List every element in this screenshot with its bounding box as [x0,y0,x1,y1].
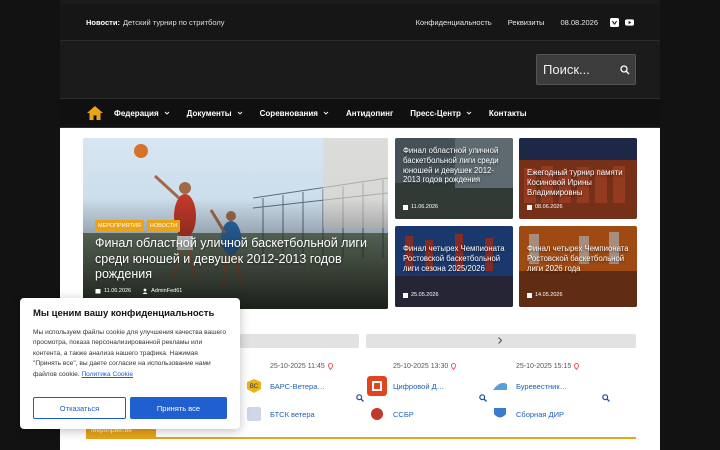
news-ticker[interactable]: Детский турнир по стритболу [123,18,225,27]
card-title[interactable]: Финал четырех Чемпионата Ростовской баск… [403,244,511,273]
chevron-down-icon [466,111,472,115]
location-pin-icon [574,363,580,370]
carousel-bar [240,334,359,348]
search-box[interactable] [536,54,636,85]
match-time: 25-10-2025 11:45 [270,363,333,370]
svg-text:BC: BC [250,384,259,390]
team-1[interactable]: BC БАРС-Ветера… [244,376,325,396]
team-logo [490,376,510,396]
news-card[interactable]: Финал четырех Чемпионата Ростовской баск… [519,226,637,307]
chevron-down-icon [164,111,169,115]
nav-item-antidoping[interactable]: Антидопинг [346,109,393,118]
team-1[interactable]: Цифровой Д… [367,376,444,396]
chevron-down-icon [237,111,242,115]
match-card[interactable]: 25-10-2025 15:15 Буревестник… Сборная ДИ… [490,360,610,424]
search-icon[interactable] [479,394,487,402]
card-date: 14.05.2026 [527,292,563,298]
search-icon[interactable] [602,394,610,402]
team-logo [244,404,264,424]
match-card[interactable]: 25-10-2025 13:30 Цифровой Д… ССБР [367,360,487,424]
cookie-consent-dialog: Мы ценим вашу конфиденциальность Мы испо… [20,298,240,429]
section-divider [86,437,636,439]
hero-post[interactable]: МЕРОПРИЯТИЯ НОВОСТИ Финал областной улич… [83,138,388,309]
nav-item-documents[interactable]: Документы [187,109,243,118]
location-pin-icon [327,363,333,370]
cookie-title: Мы ценим вашу конфиденциальность [33,308,215,319]
match-time: 25-10-2025 15:15 [516,363,580,370]
chevron-right-icon[interactable] [496,336,504,345]
header [60,42,660,98]
team-2[interactable]: Сборная ДИР [490,404,564,424]
team-logo [490,404,510,424]
card-date: 08.06.2026 [527,204,563,210]
location-pin-icon [451,363,457,370]
news-card[interactable]: Финал областной уличной баскетбольной ли… [395,138,513,219]
hero-date: 11.06.2026 [104,288,132,294]
category-tag[interactable]: МЕРОПРИЯТИЯ [95,220,144,232]
calendar-icon [95,289,101,294]
category-tag[interactable]: НОВОСТИ [146,220,181,232]
privacy-link[interactable]: Конфиденциальность [416,18,492,27]
search-input[interactable] [543,62,615,77]
accept-all-cookies-button[interactable]: Принять все [130,397,227,419]
nav-item-press-center[interactable]: Пресс-Центр [410,109,472,118]
calendar-icon [403,292,408,298]
team-logo: BC [244,376,264,396]
calendar-icon [527,292,532,298]
card-title[interactable]: Ежегодный турнир памяти Косиновой Ирины … [527,168,635,197]
hero-author[interactable]: AdminFed61 [142,288,182,294]
team-2[interactable]: БТСК ветера [244,404,315,424]
carousel-bar[interactable] [366,334,636,348]
news-card[interactable]: Ежегодный турнир памяти Косиновой Ирины … [519,138,637,219]
user-icon [142,288,148,294]
match-card[interactable]: 25-10-2025 11:45 BC БАРС-Ветера… БТСК ве… [244,360,364,424]
cookie-policy-link[interactable]: Политика Cookie [81,371,133,378]
home-icon[interactable] [86,105,104,121]
card-date: 25.05.2026 [403,292,439,298]
search-icon[interactable] [356,394,364,402]
main-nav: Федерация Документы Соревнования Антидоп… [60,98,660,128]
nav-item-contacts[interactable]: Контакты [489,109,527,118]
card-date: 11.06.2026 [403,204,438,210]
news-card[interactable]: Финал четырех Чемпионата Ростовской баск… [395,226,513,307]
chevron-down-icon [323,111,329,115]
search-icon[interactable] [620,65,630,75]
calendar-icon [403,204,408,210]
team-logo [367,376,387,396]
cookie-buttons: Отказаться Принять все [33,397,227,419]
nav-item-federation[interactable]: Федерация [114,109,170,118]
team-logo [367,404,387,424]
vk-icon[interactable] [610,17,619,27]
hero-tags: МЕРОПРИЯТИЯ НОВОСТИ [95,220,181,232]
team-1[interactable]: Буревестник… [490,376,567,396]
top-bar: Новости: Детский турнир по стритболу Кон… [60,4,660,41]
team-2[interactable]: ССБР [367,404,414,424]
calendar-icon [527,204,532,210]
youtube-icon[interactable] [625,18,634,27]
card-title[interactable]: Финал областной уличной баскетбольной ли… [403,146,511,185]
requisites-link[interactable]: Реквизиты [508,18,545,27]
card-title[interactable]: Финал четырех Чемпионата Ростовской баск… [527,244,635,273]
hero-meta: 11.06.2026 AdminFed61 [95,288,182,294]
reject-cookies-button[interactable]: Отказаться [33,397,126,419]
nav-item-competitions[interactable]: Соревнования [260,109,329,118]
cookie-text: Мы используем файлы cookie для улучшения… [33,329,227,378]
match-time: 25-10-2025 13:30 [393,363,457,370]
news-label: Новости: [86,17,120,27]
hero-title[interactable]: Финал областной уличной баскетбольной ли… [95,236,375,283]
current-date: 08.08.2026 [560,17,598,27]
